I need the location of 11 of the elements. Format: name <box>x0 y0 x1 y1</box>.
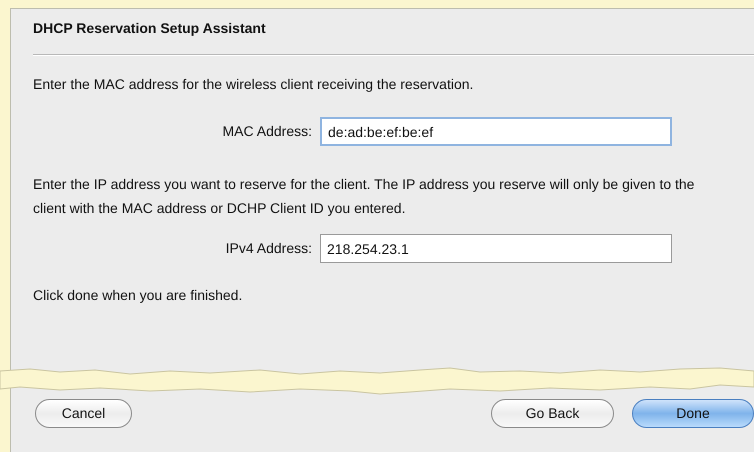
back-button[interactable]: Go Back <box>491 399 614 428</box>
instruction-text: Enter the IP address you want to reserve for the client. The IP address you reserve will only be given to the client with the MAC address or DCHP Client ID you entered. <box>33 175 696 218</box>
cancel-button[interactable]: Cancel <box>35 399 132 428</box>
done-button[interactable]: Done <box>632 399 754 428</box>
field-label: MAC Address: <box>222 122 312 141</box>
sheet-title: DHCP Reservation Setup Assistant <box>33 19 267 38</box>
field-label: IPv4 Address: <box>224 239 312 258</box>
instruction-text: Enter the MAC address for the wireless client receiving the reservation. <box>33 75 474 94</box>
text-field[interactable]: de:ad:be:ef:be:ef <box>320 117 672 146</box>
instruction-text: Click done when you are finished. <box>33 286 244 305</box>
text-field[interactable]: 218.254.23.1 <box>320 234 672 263</box>
